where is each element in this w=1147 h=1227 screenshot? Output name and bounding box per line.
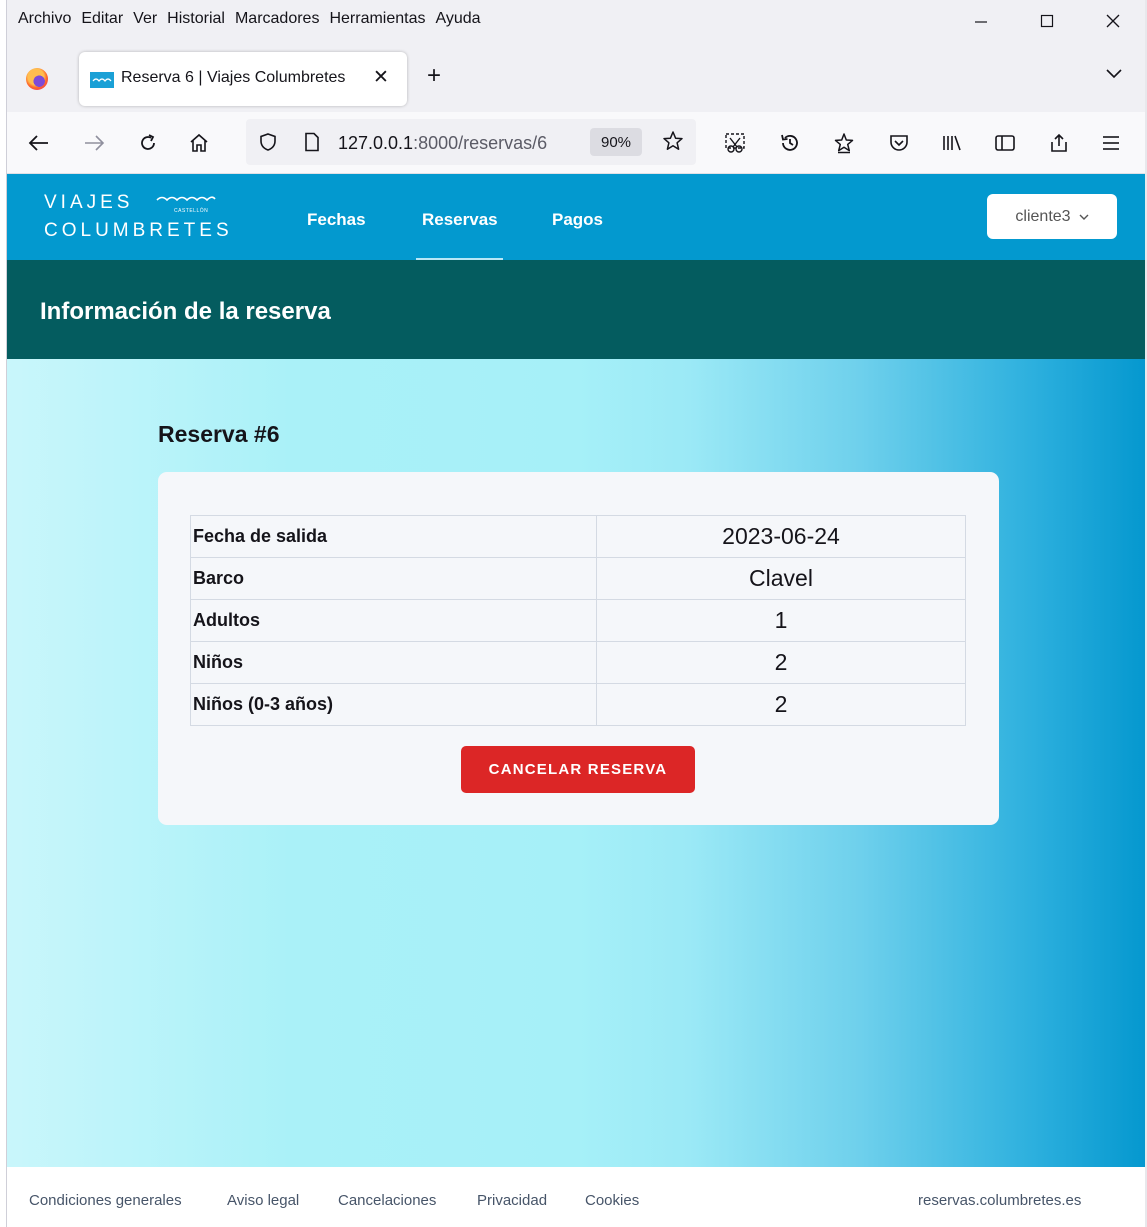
url-bar[interactable]: 127.0.0.1:8000/reservas/6 90% xyxy=(246,119,696,165)
logo-line2[interactable]: COLUMBRETES xyxy=(44,220,233,242)
table-row: Niños 2 xyxy=(190,641,966,684)
menu-ver[interactable]: Ver xyxy=(133,10,157,28)
footer-link-cookies[interactable]: Cookies xyxy=(585,1192,639,1209)
cancel-reservation-button[interactable]: CANCELAR RESERVA xyxy=(461,746,695,793)
row-label: Niños xyxy=(190,641,597,684)
extensions-icon[interactable] xyxy=(833,130,855,156)
menu-ayuda[interactable]: Ayuda xyxy=(435,10,480,28)
row-label: Niños (0-3 años) xyxy=(190,683,597,726)
screenshot-icon[interactable] xyxy=(724,130,748,156)
tab-reserva[interactable]: Reserva 6 | Viajes Columbretes ✕ xyxy=(79,52,407,106)
table-row: Niños (0-3 años) 2 xyxy=(190,683,966,726)
table-row: Adultos 1 xyxy=(190,599,966,642)
window-border xyxy=(0,0,7,1227)
reservation-card: Fecha de salida 2023-06-24 Barco Clavel … xyxy=(158,472,999,825)
row-value: 2023-06-24 xyxy=(596,515,966,558)
tab-strip: Reserva 6 | Viajes Columbretes ✕ + xyxy=(0,40,1147,112)
sidebar-icon[interactable] xyxy=(994,130,1016,156)
site-favicon-icon xyxy=(90,72,114,88)
minimize-icon[interactable] xyxy=(966,8,996,34)
footer: Condiciones generales Aviso legal Cancel… xyxy=(7,1167,1145,1227)
row-label: Fecha de salida xyxy=(190,515,597,558)
table-row: Fecha de salida 2023-06-24 xyxy=(190,515,966,558)
library-icon[interactable] xyxy=(940,130,964,156)
page-title: Información de la reserva xyxy=(40,298,331,325)
main-content: Reserva #6 Fecha de salida 2023-06-24 Ba… xyxy=(7,359,1145,1167)
menu-marcadores[interactable]: Marcadores xyxy=(235,10,319,28)
row-value: 2 xyxy=(596,683,966,726)
chevron-down-icon xyxy=(1079,208,1089,226)
reload-icon[interactable] xyxy=(138,130,158,156)
zoom-badge[interactable]: 90% xyxy=(590,128,642,156)
footer-link-aviso-legal[interactable]: Aviso legal xyxy=(227,1192,299,1209)
menu-historial[interactable]: Historial xyxy=(167,10,225,28)
row-value: Clavel xyxy=(596,557,966,600)
nav-pagos[interactable]: Pagos xyxy=(552,210,603,230)
history-icon[interactable] xyxy=(779,130,801,156)
close-window-icon[interactable] xyxy=(1098,8,1128,34)
user-name: cliente3 xyxy=(1015,207,1071,225)
menu-bar: Archivo Editar Ver Historial Marcadores … xyxy=(0,0,1147,40)
menu-icon[interactable] xyxy=(1101,130,1121,156)
menu-editar[interactable]: Editar xyxy=(81,10,123,28)
row-label: Barco xyxy=(190,557,597,600)
page-heading-band: Información de la reserva xyxy=(7,260,1145,359)
tab-title: Reserva 6 | Viajes Columbretes xyxy=(121,69,346,86)
site-header: VIAJES CASTELLÓN COLUMBRETES Fechas Rese… xyxy=(7,174,1145,260)
user-menu-button[interactable]: cliente3 xyxy=(987,194,1117,239)
reservation-title: Reserva #6 xyxy=(158,421,280,447)
nav-reservas[interactable]: Reservas xyxy=(422,210,498,230)
home-icon[interactable] xyxy=(188,130,210,156)
shield-icon[interactable] xyxy=(258,132,278,157)
reservation-table: Fecha de salida 2023-06-24 Barco Clavel … xyxy=(190,515,966,726)
nav-toolbar: 127.0.0.1:8000/reservas/6 90% xyxy=(0,112,1147,174)
firefox-icon[interactable] xyxy=(26,68,48,90)
menu-archivo[interactable]: Archivo xyxy=(18,10,71,28)
menu-herramientas[interactable]: Herramientas xyxy=(329,10,425,28)
footer-link-condiciones[interactable]: Condiciones generales xyxy=(29,1192,182,1209)
new-tab-icon[interactable]: + xyxy=(427,64,441,88)
url-host: 127.0.0.1 xyxy=(338,133,414,153)
page-icon[interactable] xyxy=(304,132,320,157)
table-row: Barco Clavel xyxy=(190,557,966,600)
row-value: 1 xyxy=(596,599,966,642)
row-label: Adultos xyxy=(190,599,597,642)
bookmark-star-icon[interactable] xyxy=(662,130,684,157)
footer-link-cancelaciones[interactable]: Cancelaciones xyxy=(338,1192,436,1209)
pocket-icon[interactable] xyxy=(888,130,910,156)
forward-icon[interactable] xyxy=(83,130,105,156)
share-icon[interactable] xyxy=(1048,130,1070,156)
logo-line1[interactable]: VIAJES xyxy=(44,192,133,214)
close-tab-icon[interactable]: ✕ xyxy=(373,66,389,89)
chevron-down-icon[interactable] xyxy=(1106,66,1122,82)
row-value: 2 xyxy=(596,641,966,684)
footer-domain[interactable]: reservas.columbretes.es xyxy=(918,1192,1081,1209)
maximize-icon[interactable] xyxy=(1032,8,1062,34)
url-text[interactable]: 127.0.0.1:8000/reservas/6 xyxy=(338,133,547,154)
nav-fechas[interactable]: Fechas xyxy=(307,210,366,230)
back-icon[interactable] xyxy=(28,130,50,156)
footer-link-privacidad[interactable]: Privacidad xyxy=(477,1192,547,1209)
logo-small-text: CASTELLÓN xyxy=(174,208,209,214)
url-path: :8000/reservas/6 xyxy=(413,133,548,153)
